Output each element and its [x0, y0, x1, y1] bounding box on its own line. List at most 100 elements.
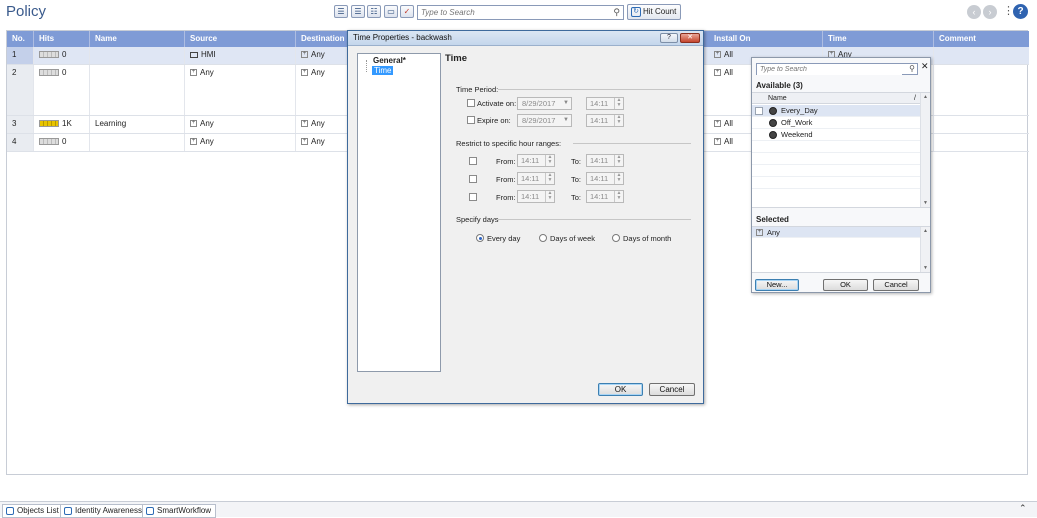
spinner-arrows-icon[interactable]: ▲ ▼ [614, 155, 623, 166]
column-header-source[interactable]: Source [185, 31, 296, 47]
install-policy-icon[interactable]: ✓ [400, 5, 414, 18]
every-day-label[interactable]: Every day [487, 234, 520, 243]
comment-cell[interactable] [934, 134, 1029, 151]
new-button[interactable]: New... [755, 279, 799, 291]
column-header-destination[interactable]: Destination [296, 31, 348, 47]
tab-objects-list[interactable]: Objects List [2, 504, 64, 518]
destination-cell[interactable]: + Any [296, 65, 348, 115]
hour-range-1-checkbox[interactable] [469, 157, 477, 165]
item-checkbox[interactable] [755, 107, 763, 115]
tree-item-general[interactable]: General* [373, 56, 406, 65]
comment-cell[interactable] [934, 116, 1029, 133]
selected-list: + Any ▲ ▼ [752, 226, 930, 273]
destination-cell[interactable]: + Any [296, 116, 348, 133]
comment-cell[interactable] [934, 65, 1029, 115]
sort-icon[interactable]: / [914, 93, 916, 104]
range-2-to-spinner[interactable]: 14:11 ▲ ▼ [586, 172, 624, 185]
list-item[interactable]: Weekend [752, 129, 920, 141]
dialog-help-icon[interactable]: ? [660, 33, 678, 43]
name-cell[interactable] [90, 65, 185, 115]
column-header-hits[interactable]: Hits [34, 31, 90, 47]
days-of-month-radio[interactable] [612, 234, 620, 242]
back-icon[interactable]: ‹ [967, 5, 981, 19]
spinner-arrows-icon[interactable]: ▲ ▼ [614, 191, 623, 202]
column-header-no[interactable]: No. [7, 31, 34, 47]
column-header-install-on[interactable]: Install On [709, 31, 823, 47]
column-header-time[interactable]: Time [823, 31, 934, 47]
name-cell[interactable] [90, 47, 185, 64]
range-2-from-spinner[interactable]: 14:11 ▲ ▼ [517, 172, 555, 185]
expire-label: Expire on: [477, 116, 511, 125]
install-on-value: All [724, 68, 733, 77]
picker-search-input[interactable] [757, 64, 902, 75]
expire-date-picker[interactable]: 8/29/2017 ▼ [517, 114, 572, 127]
source-cell[interactable]: HMI [185, 47, 296, 64]
spinner-arrows-icon[interactable]: ▲ ▼ [545, 155, 554, 166]
spinner-arrows-icon[interactable]: ▲ ▼ [614, 98, 623, 109]
list-item[interactable]: + Any [752, 227, 920, 238]
policy-search-input[interactable] [418, 6, 603, 19]
activate-date-picker[interactable]: 8/29/2017 ▼ [517, 97, 572, 110]
chevron-up-icon[interactable]: ⌃ [1019, 503, 1027, 514]
chevron-down-icon: ▼ [563, 117, 569, 123]
days-of-week-radio[interactable] [539, 234, 547, 242]
name-cell[interactable]: Learning [90, 116, 185, 133]
spinner-arrows-icon[interactable]: ▲ ▼ [545, 173, 554, 184]
cancel-button[interactable]: Cancel [873, 279, 919, 291]
selected-scrollbar[interactable]: ▲ ▼ [920, 227, 930, 272]
hour-range-2-checkbox[interactable] [469, 175, 477, 183]
picker-search-box[interactable]: ⚲ [756, 63, 918, 75]
ok-button[interactable]: OK [823, 279, 868, 291]
range-3-from-spinner[interactable]: 14:11 ▲ ▼ [517, 190, 555, 203]
activate-time-spinner[interactable]: 14:11 ▲ ▼ [586, 97, 624, 110]
close-icon[interactable]: ✕ [680, 33, 700, 43]
close-icon[interactable]: ✕ [921, 61, 929, 72]
days-of-month-label[interactable]: Days of month [623, 234, 671, 243]
dialog-titlebar[interactable]: Time Properties - backwash ? ✕ [348, 31, 703, 46]
destination-cell[interactable]: + Any [296, 134, 348, 151]
any-object-icon: + [301, 51, 308, 59]
hour-range-3-checkbox[interactable] [469, 193, 477, 201]
search-icon[interactable]: ⚲ [909, 64, 915, 73]
help-icon[interactable]: ? [1013, 4, 1028, 19]
list-item[interactable]: Off_Work [752, 117, 920, 129]
forward-icon[interactable]: › [983, 5, 997, 19]
remove-rule-icon[interactable]: ▭ [384, 5, 398, 18]
add-rule-below-icon[interactable]: ☰ [351, 5, 365, 18]
policy-search-box[interactable]: ⚲ [417, 5, 624, 20]
tab-smartworkflow[interactable]: SmartWorkflow [142, 504, 217, 518]
search-icon[interactable]: ⚲ [613, 7, 620, 18]
spinner-arrows-icon[interactable]: ▲ ▼ [614, 115, 623, 126]
add-section-icon[interactable]: ☷ [367, 5, 381, 18]
range-1-to-spinner[interactable]: 14:11 ▲ ▼ [586, 154, 624, 167]
range-1-from-spinner[interactable]: 14:11 ▲ ▼ [517, 154, 555, 167]
every-day-radio[interactable] [476, 234, 484, 242]
days-of-week-label[interactable]: Days of week [550, 234, 595, 243]
name-cell[interactable] [90, 134, 185, 151]
tree-item-time[interactable]: Time [372, 66, 394, 75]
list-item[interactable]: Every_Day [752, 105, 920, 117]
ok-button[interactable]: OK [598, 383, 643, 396]
expire-time-spinner[interactable]: 14:11 ▲ ▼ [586, 114, 624, 127]
source-cell[interactable]: + Any [185, 134, 296, 151]
range-3-to-spinner[interactable]: 14:11 ▲ ▼ [586, 190, 624, 203]
source-value: HMI [201, 50, 216, 59]
destination-cell[interactable]: + Any [296, 47, 348, 64]
activate-label: Activate on: [477, 99, 517, 108]
column-header-comment[interactable]: Comment [934, 31, 1029, 47]
hit-count-button[interactable]: ↻ Hit Count [627, 4, 681, 20]
hits-cell: 1K [34, 116, 90, 133]
tab-identity-awareness[interactable]: Identity Awareness [60, 504, 148, 518]
source-cell[interactable]: + Any [185, 116, 296, 133]
comment-cell[interactable] [934, 47, 1029, 64]
add-rule-above-icon[interactable]: ☰ [334, 5, 348, 18]
cancel-button[interactable]: Cancel [649, 383, 695, 396]
spinner-arrows-icon[interactable]: ▲ ▼ [545, 191, 554, 202]
available-scrollbar[interactable]: ▲ ▼ [920, 93, 930, 207]
spinner-arrows-icon[interactable]: ▲ ▼ [614, 173, 623, 184]
source-cell[interactable]: + Any [185, 65, 296, 115]
expire-checkbox[interactable] [467, 116, 475, 124]
name-column-header[interactable]: Name / [752, 93, 920, 104]
activate-checkbox[interactable] [467, 99, 475, 107]
column-header-name[interactable]: Name [90, 31, 185, 47]
